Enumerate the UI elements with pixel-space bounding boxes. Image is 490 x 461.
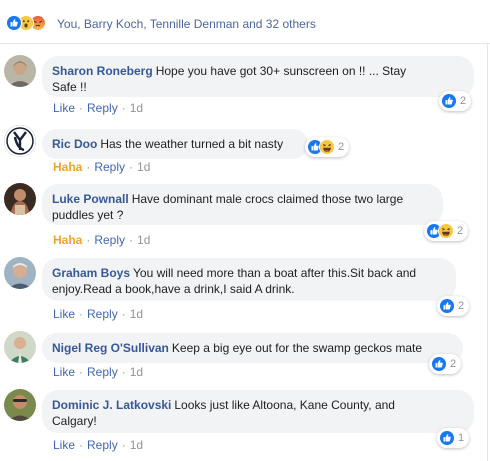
- reply-button[interactable]: Reply: [87, 101, 118, 115]
- comment-actions: Like · Reply · 1d: [53, 101, 144, 115]
- reaction-icons: [6, 15, 58, 33]
- comment-author[interactable]: Dominic J. Latkovski: [52, 398, 171, 412]
- comment-text: Have dominant male crocs claimed those t…: [131, 192, 404, 206]
- comment-text-cont: enjoy.Read a book,have a drink,I said A …: [52, 282, 295, 296]
- comment-author[interactable]: Sharon Roneberg: [52, 64, 153, 78]
- comment-time[interactable]: 1d: [130, 365, 143, 379]
- comment-actions: Like · Reply · 1d: [53, 307, 144, 321]
- haha-icon: [319, 139, 335, 155]
- comment-bubble: Nigel Reg O'Sullivan Keep a big eye out f…: [42, 333, 463, 363]
- comment-item: Luke Pownall Have dominant male crocs cla…: [0, 180, 490, 250]
- comment-bubble: Ric Doo Has the weather turned a bit nast…: [42, 129, 308, 159]
- comment-item: Nigel Reg O'Sullivan Keep a big eye out f…: [0, 328, 490, 383]
- avatar[interactable]: [4, 331, 36, 363]
- comment-text: You will need more than a boat after thi…: [133, 266, 417, 280]
- comment-actions: Haha · Reply · 1d: [53, 233, 151, 247]
- reaction-count: 1: [458, 432, 465, 444]
- reaction-count: 2: [457, 225, 464, 237]
- like-icon: [439, 430, 455, 446]
- comment-item: Dominic J. Latkovski Looks just like Alto…: [0, 386, 490, 456]
- comment-author[interactable]: Luke Pownall: [52, 192, 129, 206]
- comment-text: Keep a big eye out for the swamp geckos …: [171, 341, 423, 355]
- comment-text: Hope you have got 30+ sunscreen on !! ..…: [155, 64, 407, 78]
- comment-author[interactable]: Nigel Reg O'Sullivan: [52, 341, 169, 355]
- comment-time[interactable]: 1d: [137, 160, 150, 174]
- avatar[interactable]: [4, 125, 36, 157]
- reactions-summary-text[interactable]: You, Barry Koch, Tennille Denman and 32 …: [57, 17, 316, 31]
- reaction-badge[interactable]: 2: [429, 354, 462, 374]
- like-icon: [439, 298, 455, 314]
- comment-actions: Like · Reply · 1d: [53, 438, 144, 452]
- avatar[interactable]: [4, 257, 36, 289]
- haha-reaction-button[interactable]: Haha: [53, 160, 82, 174]
- comment-time[interactable]: 1d: [130, 438, 143, 452]
- comment-text: Has the weather turned a bit nasty: [100, 137, 284, 151]
- like-button[interactable]: Like: [53, 101, 75, 115]
- reaction-count: 2: [460, 95, 467, 107]
- avatar[interactable]: [4, 183, 36, 215]
- comment-bubble: Luke Pownall Have dominant male crocs cla…: [42, 184, 443, 225]
- reply-button[interactable]: Reply: [94, 160, 125, 174]
- reaction-count: 2: [450, 358, 457, 370]
- reaction-count: 2: [458, 300, 465, 312]
- comment-actions: Haha · Reply · 1d: [53, 160, 151, 174]
- comment-item: Graham Boys You will need more than a boa…: [0, 254, 490, 324]
- haha-reaction-button[interactable]: Haha: [53, 233, 82, 247]
- reply-button[interactable]: Reply: [94, 233, 125, 247]
- reaction-badge[interactable]: 2: [439, 91, 472, 111]
- like-button[interactable]: Like: [53, 365, 75, 379]
- comment-time[interactable]: 1d: [137, 233, 150, 247]
- comment-actions: Like · Reply · 1d: [53, 365, 144, 379]
- comment-bubble: Dominic J. Latkovski Looks just like Alto…: [42, 390, 474, 433]
- reaction-badge[interactable]: 2: [437, 296, 470, 316]
- reactions-summary-bar[interactable]: You, Barry Koch, Tennille Denman and 32 …: [0, 0, 490, 44]
- comment-bubble: Sharon Roneberg Hope you have got 30+ sun…: [42, 56, 474, 97]
- comment-text-cont: Safe !!: [52, 80, 87, 94]
- reaction-badge[interactable]: 2: [305, 137, 350, 157]
- reply-button[interactable]: Reply: [87, 307, 118, 321]
- comment-item: Sharon Roneberg Hope you have got 30+ sun…: [0, 51, 490, 121]
- like-button[interactable]: Like: [53, 307, 75, 321]
- like-icon: [431, 356, 447, 372]
- reply-button[interactable]: Reply: [87, 365, 118, 379]
- like-icon: [6, 15, 22, 31]
- comment-time[interactable]: 1d: [130, 307, 143, 321]
- comment-text-cont: Calgary!: [52, 414, 97, 428]
- comment-item: Ric Doo Has the weather turned a bit nast…: [0, 123, 490, 178]
- haha-icon: [438, 223, 454, 239]
- comment-bubble: Graham Boys You will need more than a boa…: [42, 258, 456, 301]
- reaction-count: 2: [338, 141, 345, 153]
- reaction-badge[interactable]: 2: [424, 221, 469, 241]
- reaction-badge[interactable]: 1: [437, 428, 470, 448]
- comment-text-cont: puddles yet ?: [52, 208, 124, 222]
- comment-time[interactable]: 1d: [130, 101, 143, 115]
- reply-button[interactable]: Reply: [87, 438, 118, 452]
- comment-author[interactable]: Graham Boys: [52, 266, 130, 280]
- like-button[interactable]: Like: [53, 438, 75, 452]
- comment-text: Looks just like Altoona, Kane County, an…: [174, 398, 395, 412]
- avatar[interactable]: [4, 389, 36, 421]
- avatar[interactable]: [4, 55, 36, 87]
- comment-author[interactable]: Ric Doo: [52, 137, 97, 151]
- like-icon: [441, 93, 457, 109]
